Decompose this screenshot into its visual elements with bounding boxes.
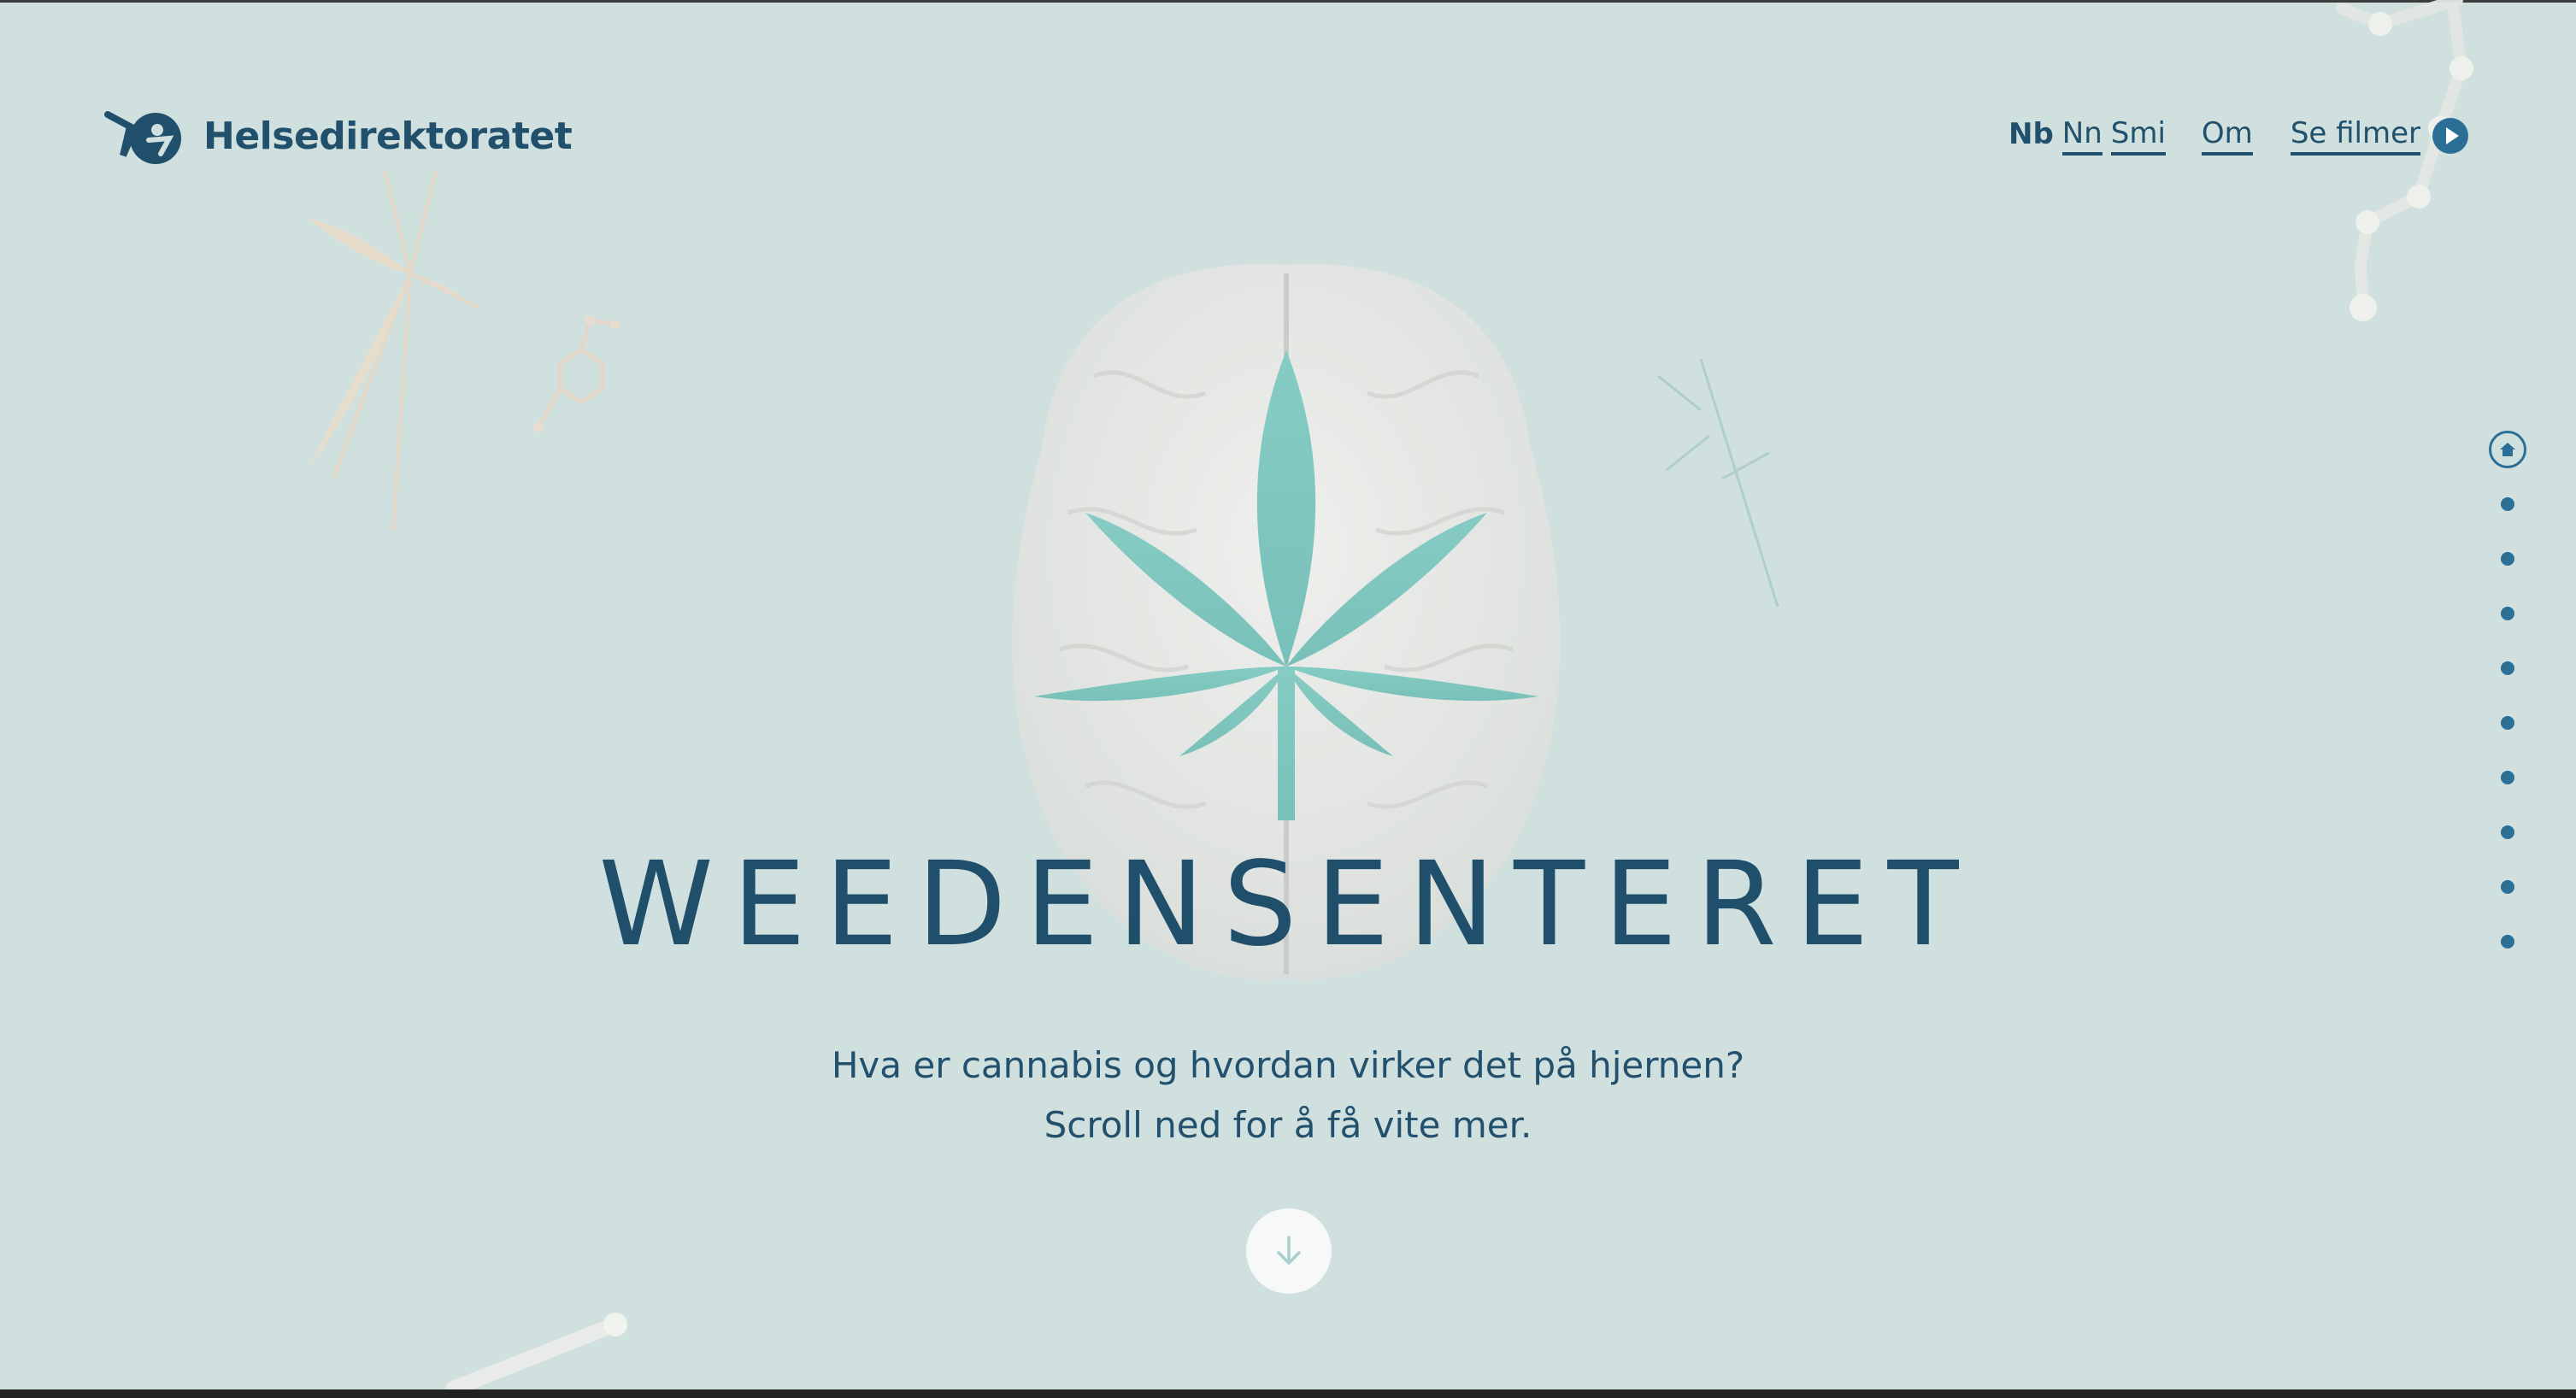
pipette-decoration-bottom-left bbox=[445, 1313, 627, 1393]
logo[interactable]: Helsedirektoratet bbox=[104, 106, 573, 166]
nav-films-link[interactable]: Se filmer bbox=[2290, 116, 2468, 156]
page-title: WEEDENSENTERET bbox=[598, 837, 1978, 972]
section-dot[interactable] bbox=[2501, 497, 2514, 511]
home-icon[interactable] bbox=[2489, 431, 2526, 468]
cannabis-leaf-decoration-right bbox=[1657, 358, 1779, 608]
scroll-down-button[interactable] bbox=[1246, 1208, 1332, 1294]
section-navigation bbox=[2489, 431, 2526, 949]
section-dot[interactable] bbox=[2501, 771, 2514, 784]
language-nn[interactable]: Nn bbox=[2061, 116, 2103, 156]
arrow-down-icon bbox=[1277, 1236, 1301, 1266]
hero-subtitle-line1: Hva er cannabis og hvordan virker det på… bbox=[831, 1044, 1745, 1086]
bottom-border bbox=[0, 1389, 2576, 1398]
nav-about-link[interactable]: Om bbox=[2201, 116, 2253, 156]
helsedirektoratet-logo-icon bbox=[104, 111, 181, 164]
language-nb[interactable]: Nb bbox=[2008, 117, 2054, 155]
logo-text: Helsedirektoratet bbox=[203, 114, 573, 158]
top-border bbox=[0, 0, 2576, 3]
play-icon bbox=[2432, 118, 2468, 154]
molecule-chain-decoration-top-right bbox=[2336, 0, 2473, 321]
section-dot[interactable] bbox=[2501, 661, 2514, 675]
section-dot[interactable] bbox=[2501, 716, 2514, 730]
cannabis-leaf-decoration-left bbox=[308, 170, 483, 531]
section-dot[interactable] bbox=[2501, 552, 2514, 566]
hero-subtitle-line2: Scroll ned for å få vite mer. bbox=[1044, 1104, 1532, 1146]
molecule-decoration-left bbox=[533, 315, 620, 432]
language-smi[interactable]: Smi bbox=[2110, 116, 2166, 156]
films-label: Se filmer bbox=[2290, 116, 2420, 156]
section-dot[interactable] bbox=[2501, 607, 2514, 620]
top-navigation: Nb Nn Smi Om Se filmer bbox=[2008, 116, 2468, 156]
